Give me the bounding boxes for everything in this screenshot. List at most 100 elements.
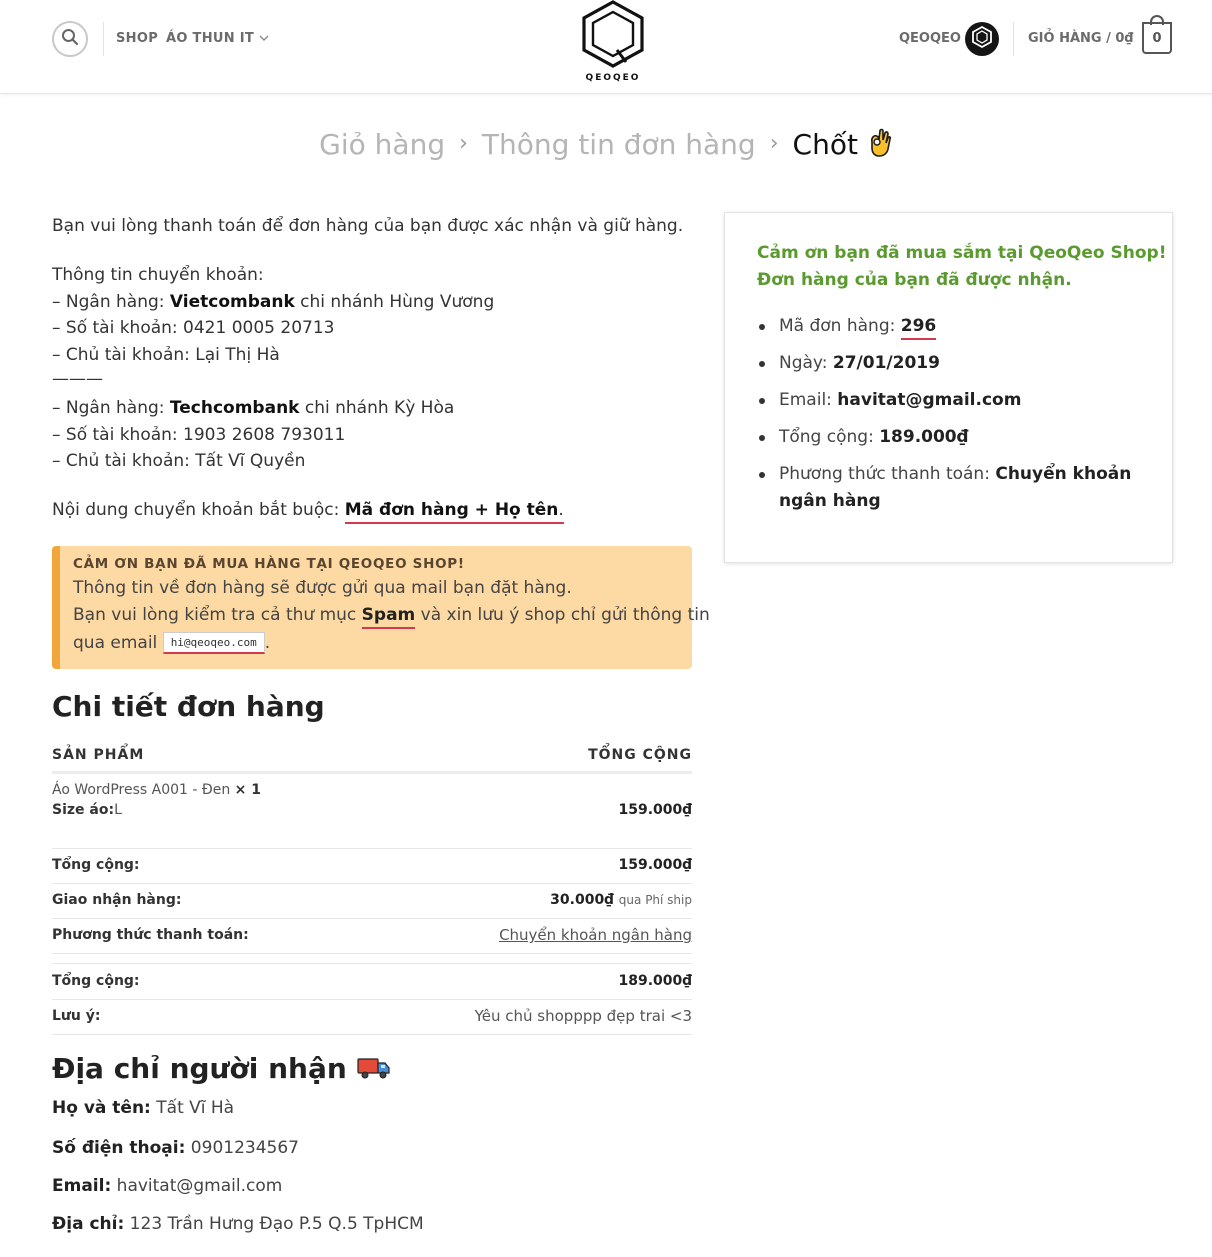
- col-total: TỔNG CỘNG: [588, 747, 692, 763]
- site-header: SHOP ÁO THUN IT QEOQEO QEOQEO GIỎ HÀNG /…: [0, 0, 1212, 94]
- recipient-phone: Số điện thoại: 0901234567: [52, 1138, 299, 1158]
- notice-spam: Spam: [361, 605, 416, 629]
- summary-method-label: Phương thức thanh toán:: [779, 464, 996, 484]
- bank2-prefix: – Ngân hàng:: [52, 398, 170, 418]
- notice-line-2a: Bạn vui lòng kiểm tra cả thư mục: [73, 605, 362, 625]
- notice-line-1: Thông tin về đơn hàng sẽ được gửi qua ma…: [73, 578, 572, 598]
- bank-separator: ———: [52, 369, 103, 389]
- recipient-email-label: Email:: [52, 1176, 112, 1196]
- summary-total: Tổng cộng: 189.000₫: [757, 424, 1131, 451]
- table-header-line: [52, 771, 692, 774]
- nav-shop[interactable]: SHOP: [116, 31, 158, 46]
- subtotal-label: Tổng cộng:: [52, 857, 140, 873]
- summary-total-label: Tổng cộng:: [779, 427, 880, 447]
- nav-ao-thun-it[interactable]: ÁO THUN IT: [166, 31, 269, 46]
- recipient-name-label: Họ và tên:: [52, 1098, 151, 1118]
- chevron-down-icon: [259, 31, 269, 46]
- nav-ao-thun-it-label: ÁO THUN IT: [166, 31, 255, 46]
- step-order-info[interactable]: Thông tin đơn hàng: [482, 128, 756, 161]
- header-divider: [103, 22, 104, 56]
- thank-you-line-2: Đơn hàng của bạn đã được nhận.: [757, 270, 1072, 290]
- cart-link[interactable]: GIỎ HÀNG / 0₫: [1028, 31, 1133, 46]
- item-line: Áo WordPress A001 - Đen × 1: [52, 782, 261, 798]
- note-label: Lưu ý:: [52, 1008, 101, 1024]
- summary-method-value-2: ngân hàng: [779, 490, 881, 511]
- item-name-link[interactable]: Áo WordPress A001 - Đen: [52, 782, 230, 798]
- bank2-account: – Số tài khoản: 1903 2608 793011: [52, 425, 346, 445]
- table-row-line: [52, 883, 692, 884]
- ok-hand-icon: [867, 128, 893, 161]
- table-row-line: [52, 848, 692, 849]
- total-label: Tổng cộng:: [52, 973, 140, 989]
- payment-method-link[interactable]: Chuyển khoản ngân hàng: [499, 926, 692, 944]
- bank1-owner: – Chủ tài khoản: Lại Thị Hà: [52, 345, 280, 365]
- bank1-branch: chi nhánh Hùng Vương: [294, 292, 495, 312]
- note-value: Yêu chủ shopppp đẹp trai <3: [475, 1007, 692, 1025]
- logo-text: QEOQEO: [585, 73, 641, 83]
- payment-method-label: Phương thức thanh toán:: [52, 927, 249, 943]
- notice-line-3a: qua email: [73, 633, 163, 653]
- summary-date-label: Ngày:: [779, 353, 833, 373]
- col-product: SẢN PHẨM: [52, 747, 145, 763]
- chevron-right-icon: ›: [459, 131, 468, 156]
- total-value: 189.000₫: [618, 973, 692, 989]
- table-row-line: [52, 953, 692, 954]
- order-summary-box: Cảm ơn bạn đã mua sắm tại QeoQeo Shop! Đ…: [724, 212, 1173, 563]
- avatar[interactable]: [965, 22, 999, 56]
- site-logo[interactable]: QEOQEO: [573, 0, 653, 90]
- summary-email-label: Email:: [779, 390, 838, 410]
- chevron-right-icon: ›: [769, 131, 779, 156]
- thank-you-line-1: Cảm ơn bạn đã mua sắm tại QeoQeo Shop!: [757, 243, 1167, 263]
- bank1-prefix: – Ngân hàng:: [52, 292, 170, 312]
- item-meta-label: Size áo:: [52, 802, 115, 818]
- table-row-line: [52, 963, 692, 964]
- notice-line-2: Bạn vui lòng kiểm tra cả thư mục Spam và…: [73, 605, 710, 629]
- notice-box: CẢM ƠN BẠN ĐÃ MUA HÀNG TẠI QEOQEO SHOP! …: [52, 546, 710, 669]
- notice-line-3-end: .: [264, 633, 271, 653]
- summary-method-value-1: Chuyển khoản: [995, 464, 1132, 484]
- recipient-address-value: 123 Trần Hưng Đạo P.5 Q.5 TpHCM: [124, 1214, 424, 1234]
- header-divider-right: [1013, 22, 1014, 56]
- summary-email: Email: havitat@gmail.com: [757, 387, 1131, 414]
- bank2-line: – Ngân hàng: Techcombank chi nhánh Kỳ Hò…: [52, 395, 454, 422]
- summary-total-value: 189.000₫: [879, 427, 969, 447]
- step-cart[interactable]: Giỏ hàng: [319, 128, 445, 161]
- subtotal-value: 159.000₫: [618, 857, 692, 873]
- table-row-line: [52, 999, 692, 1000]
- transfer-content-value: Mã đơn hàng + Họ tên: [344, 500, 559, 520]
- address-heading: Địa chỉ người nhận: [52, 1052, 391, 1085]
- avatar-logo-icon: [970, 25, 994, 53]
- recipient-name: Họ và tên: Tất Vĩ Hà: [52, 1098, 234, 1118]
- shipping-amount: 30.000₫: [550, 892, 614, 908]
- checkout-steps: Giỏ hàng › Thông tin đơn hàng › Chốt: [0, 128, 1212, 161]
- notice-line-2b: và xin lưu ý shop chỉ gửi thông tin: [415, 605, 710, 625]
- summary-date: Ngày: 27/01/2019: [757, 350, 1131, 377]
- truck-icon: [356, 1052, 391, 1085]
- table-row-line: [52, 918, 692, 919]
- shop-email[interactable]: hi@qeoqeo.com: [162, 632, 265, 654]
- notice-title: CẢM ƠN BẠN ĐÃ MUA HÀNG TẠI QEOQEO SHOP!: [73, 556, 465, 572]
- summary-email-value: havitat@gmail.com: [837, 390, 1022, 410]
- cart-count-badge[interactable]: 0: [1142, 22, 1172, 54]
- recipient-email: Email: havitat@gmail.com: [52, 1176, 282, 1196]
- thank-you-message: Cảm ơn bạn đã mua sắm tại QeoQeo Shop! Đ…: [757, 240, 1166, 294]
- search-button[interactable]: [52, 21, 88, 57]
- transfer-heading: Thông tin chuyển khoản:: [52, 265, 264, 285]
- order-details-heading: Chi tiết đơn hàng: [52, 690, 325, 723]
- transfer-content-line: Nội dung chuyển khoản bắt buộc: Mã đơn h…: [52, 497, 564, 524]
- summary-order-value: 296: [900, 316, 937, 340]
- recipient-phone-value: 0901234567: [185, 1138, 299, 1158]
- item-meta-value: L: [114, 802, 122, 818]
- summary-date-value: 27/01/2019: [832, 353, 940, 373]
- transfer-content-end: .: [558, 500, 564, 520]
- recipient-email-value: havitat@gmail.com: [111, 1176, 283, 1196]
- shipping-label: Giao nhận hàng:: [52, 892, 182, 908]
- summary-payment-method: Phương thức thanh toán: Chuyển khoản ngân…: [757, 461, 1131, 514]
- account-link[interactable]: QEOQEO: [899, 31, 961, 46]
- bank2-branch: chi nhánh Kỳ Hòa: [299, 398, 455, 418]
- bank1-line: – Ngân hàng: Vietcombank chi nhánh Hùng …: [52, 289, 494, 316]
- bank1-name: Vietcombank: [169, 292, 295, 312]
- bank1-account: – Số tài khoản: 0421 0005 20713: [52, 318, 335, 338]
- shipping-value: 30.000₫ qua Phí ship: [550, 892, 692, 908]
- summary-order-label: Mã đơn hàng:: [779, 316, 901, 336]
